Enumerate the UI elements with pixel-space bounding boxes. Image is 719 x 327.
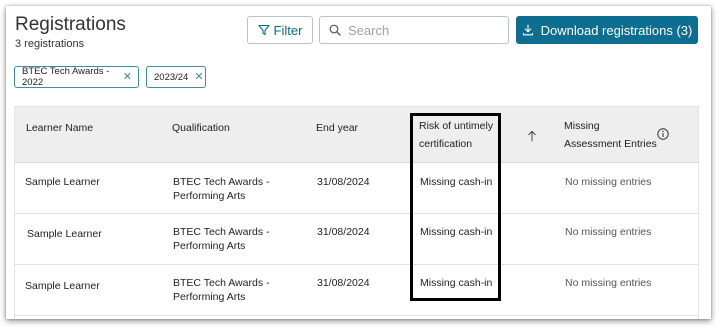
download-registrations-button[interactable]: Download registrations (3) — [516, 16, 698, 44]
column-header-end-year[interactable]: End year — [316, 119, 358, 137]
table-row[interactable]: Sample Learner BTEC Tech Awards - Perfor… — [15, 265, 698, 316]
column-header-learner-name[interactable]: Learner Name — [26, 119, 93, 137]
end-year: 31/08/2024 — [317, 277, 370, 289]
missing-entries: No missing entries — [565, 226, 652, 238]
column-header-missing-line2: Assessment Entries — [564, 138, 657, 150]
filter-icon — [257, 24, 270, 36]
risk-status: Missing cash-in — [420, 226, 493, 238]
column-header-risk-line1: Risk of untimely — [419, 120, 494, 132]
column-header-missing-line1: Missing — [564, 120, 600, 132]
risk-status: Missing cash-in — [420, 277, 493, 289]
table-row[interactable]: Sample Learner BTEC Tech Awards - Perfor… — [15, 214, 698, 265]
risk-status: Missing cash-in — [420, 176, 493, 188]
qualification: BTEC Tech Awards - Performing Arts — [173, 175, 269, 203]
registrations-table: Learner Name Qualification End year Risk… — [14, 106, 699, 319]
download-button-label: Download registrations (3) — [540, 22, 693, 38]
close-icon[interactable]: ✕ — [123, 71, 132, 83]
column-header-risk[interactable]: Risk of untimely certification — [419, 117, 493, 153]
qualification-line2: Performing Arts — [173, 190, 246, 202]
qualification-line1: BTEC Tech Awards - — [173, 226, 270, 238]
search-icon — [329, 24, 341, 36]
download-icon — [522, 24, 533, 36]
missing-entries: No missing entries — [565, 277, 652, 289]
learner-name[interactable]: Sample Learner — [25, 279, 100, 293]
filter-chip: BTEC Tech Awards - 2022 ✕ — [14, 66, 139, 88]
column-header-missing-entries[interactable]: Missing Assessment Entries — [564, 117, 657, 153]
learner-name[interactable]: Sample Learner — [25, 175, 100, 189]
filter-button-label: Filter — [273, 22, 303, 38]
qualification-line2: Performing Arts — [173, 291, 246, 303]
qualification: BTEC Tech Awards - Performing Arts — [173, 276, 269, 304]
search-box[interactable] — [319, 16, 509, 44]
table-row[interactable]: Sample Learner BTEC Tech Awards - Perfor… — [15, 163, 698, 214]
qualification-line2: Performing Arts — [173, 240, 246, 252]
info-icon[interactable] — [657, 128, 669, 140]
filter-chip-label: BTEC Tech Awards - 2022 — [22, 66, 110, 88]
column-header-risk-line2: certification — [419, 138, 473, 150]
arrow-up-icon[interactable] — [527, 130, 537, 142]
filter-chip: 2023/24 ✕ — [146, 66, 206, 88]
missing-entries: No missing entries — [565, 176, 652, 188]
learner-name[interactable]: Sample Learner — [27, 227, 102, 241]
filter-chip-label: 2023/24 — [154, 71, 189, 83]
registrations-panel: Registrations 3 registrations Filter Dow… — [6, 6, 711, 319]
close-icon[interactable]: ✕ — [194, 71, 203, 83]
table-header: Learner Name Qualification End year Risk… — [15, 106, 698, 163]
page-title: Registrations — [15, 14, 126, 35]
qualification-line1: BTEC Tech Awards - — [173, 176, 270, 188]
column-header-qualification[interactable]: Qualification — [172, 119, 230, 137]
qualification: BTEC Tech Awards - Performing Arts — [173, 225, 269, 253]
qualification-line1: BTEC Tech Awards - — [173, 277, 270, 289]
filter-button[interactable]: Filter — [247, 16, 313, 44]
search-input[interactable] — [348, 22, 498, 38]
end-year: 31/08/2024 — [317, 226, 370, 238]
end-year: 31/08/2024 — [317, 176, 370, 188]
registration-count: 3 registrations — [15, 38, 85, 50]
